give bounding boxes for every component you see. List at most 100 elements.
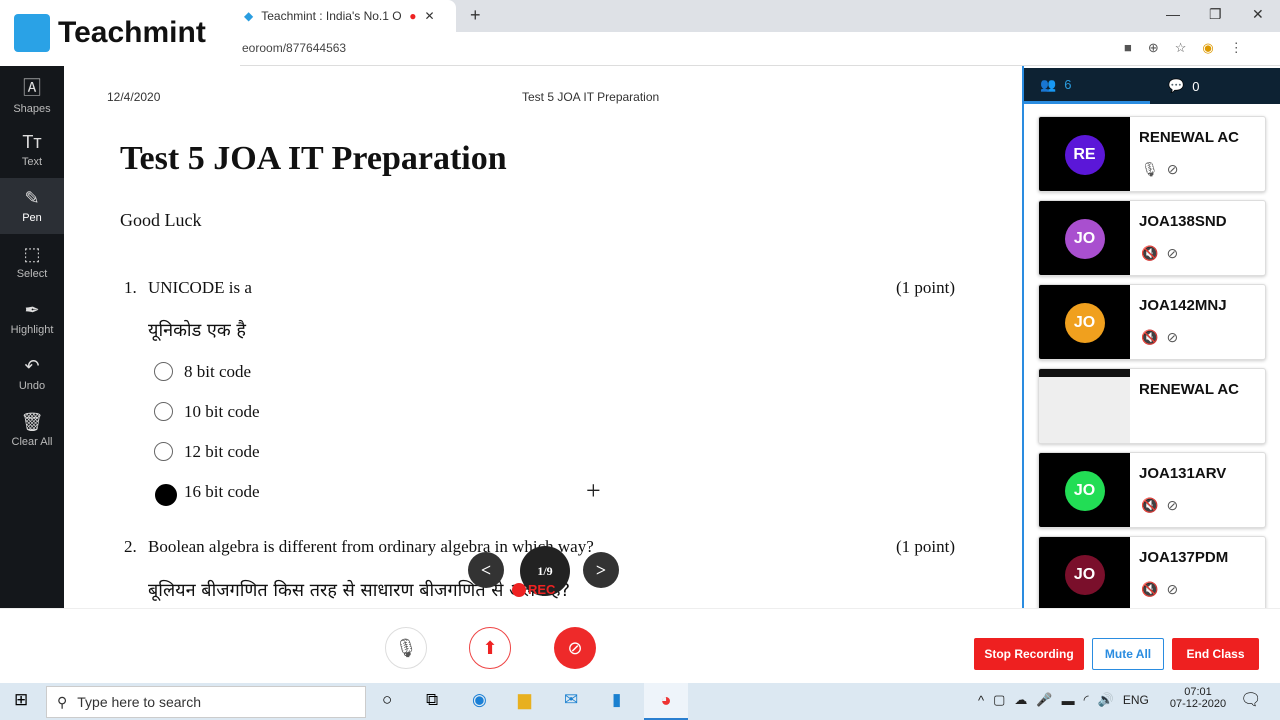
highlighter-icon: ✒ — [24, 300, 40, 320]
zoom-icon[interactable]: ⊕ — [1148, 40, 1159, 56]
participant-video: JO — [1039, 453, 1130, 527]
q1-number: 1. — [124, 278, 137, 297]
file-explorer-icon[interactable]: ▆ — [518, 690, 531, 710]
share-screen-icon: ⬆ — [482, 637, 498, 658]
q1-option-radio-selected[interactable] — [155, 484, 177, 506]
close-window-icon[interactable]: ✕ — [1252, 6, 1264, 23]
microphone-button[interactable]: 🎙 — [385, 627, 427, 669]
tool-label: Select — [16, 268, 48, 280]
edge-icon[interactable]: ◉ — [472, 690, 487, 710]
tool-pen[interactable]: ✎ Pen — [0, 178, 64, 234]
tool-text[interactable]: Tт Text — [0, 122, 64, 178]
tool-undo[interactable]: ↶ Undo — [0, 346, 64, 402]
pen-icon: ✎ — [24, 188, 40, 208]
camera-icon[interactable]: ■ — [1124, 40, 1132, 56]
onedrive-icon[interactable]: ☁ — [1014, 692, 1027, 708]
microphone-off-icon: 🔇 — [1141, 245, 1159, 261]
q2-hindi: बूलियन बीजगणित किस तरह से साधारण बीजगणित… — [148, 580, 571, 601]
video-off-icon: ⊘ — [1166, 581, 1179, 597]
notifications-icon[interactable]: 🗨 — [1240, 690, 1262, 710]
volume-icon[interactable]: 🔊 — [1098, 692, 1114, 708]
tool-select[interactable]: ⬚ Select — [0, 234, 64, 290]
windows-start-icon[interactable]: ⊞ — [14, 690, 28, 710]
next-page-button[interactable]: > — [583, 552, 619, 588]
video-off-icon: ⊘ — [1166, 497, 1179, 513]
select-icon: ⬚ — [23, 244, 41, 264]
tool-clear-all[interactable]: 🗑 Clear All — [0, 402, 64, 458]
participant-name: RENEWAL AC — [1139, 129, 1240, 146]
clock[interactable]: 07:01 07-12-2020 — [1168, 686, 1228, 710]
bottom-controls — [0, 608, 1280, 683]
menu-icon[interactable]: ⋮ — [1230, 40, 1243, 56]
participant-name: JOA138SND — [1139, 213, 1227, 230]
recording-icon: ● — [409, 9, 417, 23]
wifi-icon[interactable]: ◜ — [1084, 692, 1089, 708]
doc-subtitle: Good Luck — [120, 210, 202, 230]
browser-tab[interactable]: ◆ Teachmint : India's No.1 Onli ● ✕ — [232, 0, 456, 32]
video-off-icon: ⊘ — [1166, 161, 1179, 177]
new-tab-button[interactable]: + — [470, 5, 481, 26]
q1-option: 16 bit code — [184, 482, 260, 501]
q1-option: 8 bit code — [184, 362, 252, 381]
share-screen-button[interactable]: ⬆ — [469, 627, 511, 669]
task-view-icon[interactable]: ⧉ — [426, 690, 438, 710]
q1-option-radio[interactable] — [154, 402, 173, 421]
favicon-icon: ◆ — [244, 9, 254, 23]
participant-card[interactable]: JO JOA142MNJ 🔇 ⊘ — [1038, 284, 1266, 360]
drawing-toolbar: 🄰 Shapes Tт Text ✎ Pen ⬚ Select ✒ Highlight ↶… — [0, 66, 64, 608]
participant-card[interactable]: RENEWAL AC — [1038, 368, 1266, 444]
tool-shapes[interactable]: 🄰 Shapes — [0, 66, 64, 122]
tab-title: Teachmint : India's No.1 Onli — [261, 9, 402, 23]
participant-video: JO — [1039, 285, 1130, 359]
phone-app-icon[interactable]: ▮ — [612, 690, 621, 710]
bookmark-star-icon[interactable]: ☆ — [1175, 40, 1187, 56]
meet-icon[interactable]: ▢ — [993, 692, 1005, 708]
clock-time: 07:01 — [1184, 686, 1212, 698]
chrome-taskbar-icon[interactable]: ◕ — [644, 683, 688, 720]
avatar: JO — [1064, 303, 1105, 343]
tool-label: Highlight — [10, 324, 54, 336]
camera-off-button[interactable]: ⊘ — [554, 627, 596, 669]
microphone-icon: 🎙 — [394, 637, 418, 658]
participants-panel: 👥 6 💬 0 RE RENEWAL AC 🎙 ⊘ JO JOA138SND 🔇 ⊘ JO JOA14… — [1022, 66, 1280, 612]
whiteboard-document[interactable]: 12/4/2020 Test 5 JOA IT Preparation Test… — [64, 66, 1022, 608]
participant-card[interactable]: JO JOA138SND 🔇 ⊘ — [1038, 200, 1266, 276]
avatar: RE — [1064, 135, 1105, 175]
chevron-up-icon[interactable]: ^ — [978, 693, 984, 708]
q1-option-radio[interactable] — [154, 362, 173, 381]
stop-recording-button[interactable]: Stop Recording — [974, 638, 1084, 670]
prev-page-button[interactable]: < — [468, 552, 504, 588]
participant-video: RE — [1039, 117, 1130, 191]
tool-highlight[interactable]: ✒ Highlight — [0, 290, 64, 346]
people-icon: 👥 — [1040, 76, 1057, 92]
clock-date: 07-12-2020 — [1169, 698, 1227, 710]
tab-chat[interactable]: 💬 0 — [1168, 68, 1199, 104]
participant-card[interactable]: JO JOA131ARV 🔇 ⊘ — [1038, 452, 1266, 528]
minimize-icon[interactable]: — — [1166, 6, 1180, 22]
tool-label: Undo — [18, 380, 46, 392]
participant-card[interactable]: RE RENEWAL AC 🎙 ⊘ — [1038, 116, 1266, 192]
q1-points: (1 point) — [896, 278, 956, 297]
language-indicator[interactable]: ENG — [1123, 693, 1149, 707]
participants-count: 6 — [1064, 77, 1072, 92]
q1-text: UNICODE is a — [148, 278, 252, 297]
maximize-icon[interactable]: ❐ — [1209, 6, 1222, 23]
cortana-icon[interactable]: ○ — [382, 690, 392, 710]
video-off-icon: ⊘ — [567, 637, 583, 658]
undo-icon: ↶ — [24, 356, 40, 376]
mic-tray-icon[interactable]: 🎤 — [1036, 692, 1052, 708]
close-tab-icon[interactable]: ✕ — [424, 9, 434, 23]
participant-card[interactable]: JO JOA137PDM 🔇 ⊘ — [1038, 536, 1266, 612]
battery-icon[interactable]: ▬ — [1062, 693, 1075, 708]
avatar: JO — [1064, 219, 1105, 259]
recording-dot-icon — [512, 582, 526, 597]
tab-participants[interactable]: 👥 6 — [1024, 68, 1150, 104]
q1-option-radio[interactable] — [154, 442, 173, 461]
teachmint-logo: Teachmint — [0, 0, 240, 66]
end-class-button[interactable]: End Class — [1172, 638, 1259, 670]
mail-icon[interactable]: ✉ — [564, 690, 578, 710]
mute-all-button[interactable]: Mute All — [1092, 638, 1164, 670]
extension-icon[interactable]: ◉ — [1202, 40, 1213, 56]
taskbar-search-input[interactable]: ⚲ Type here to search — [46, 686, 366, 718]
url-text[interactable]: eoroom/877644563 — [242, 41, 346, 55]
